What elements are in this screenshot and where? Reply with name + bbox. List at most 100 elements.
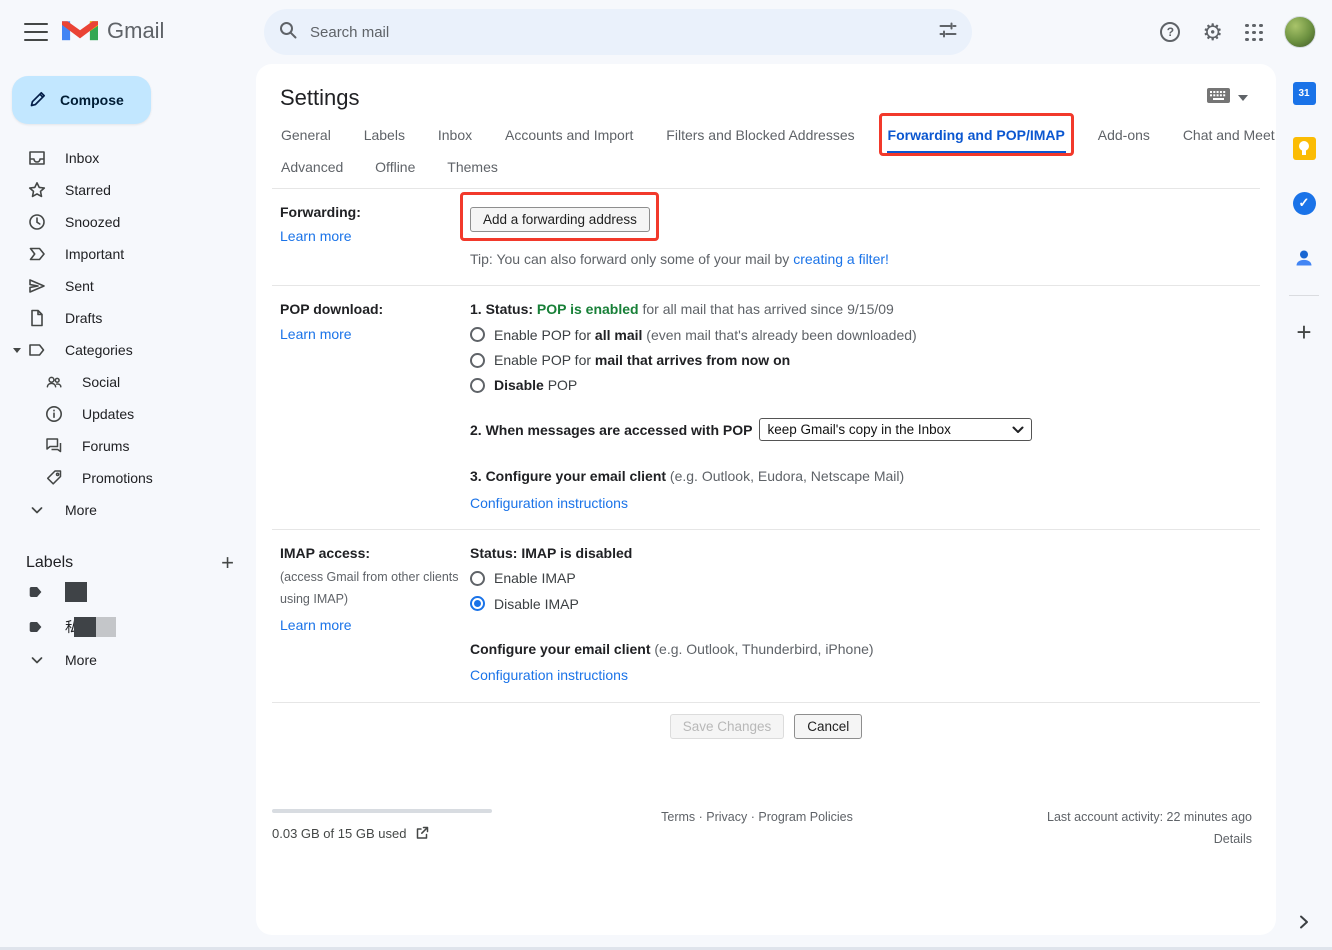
important-marker-icon — [27, 244, 47, 264]
activity-details-link[interactable]: Details — [942, 832, 1252, 846]
tab-offline[interactable]: Offline — [374, 159, 416, 175]
settings-tabs-row2: Advanced Offline Themes — [256, 154, 1276, 188]
sidebar-item-more[interactable]: More — [0, 494, 256, 526]
hamburger-menu-icon[interactable] — [24, 23, 48, 41]
keep-icon[interactable] — [1292, 136, 1316, 160]
imap-learn-more-link[interactable]: Learn more — [280, 617, 352, 633]
input-tools-selector[interactable] — [1207, 88, 1248, 109]
storage-usage-link[interactable]: 0.03 GB of 15 GB used — [272, 826, 572, 841]
redacted-label-text — [96, 617, 116, 637]
creating-a-filter-link[interactable]: creating a filter! — [793, 251, 889, 267]
draft-file-icon — [27, 308, 47, 328]
radio-icon[interactable] — [470, 571, 485, 586]
get-add-ons-icon[interactable]: + — [1296, 319, 1311, 345]
tab-forwarding-pop-imap[interactable]: Forwarding and POP/IMAP — [887, 127, 1066, 154]
search-icon[interactable] — [278, 20, 298, 45]
star-icon — [27, 180, 47, 200]
radio-disable-pop[interactable]: Disable POP — [470, 375, 1252, 395]
radio-enable-imap[interactable]: Enable IMAP — [470, 568, 1252, 588]
select-chevron-icon — [1012, 426, 1024, 434]
tab-advanced[interactable]: Advanced — [280, 159, 344, 175]
pop-when-label: 2. When messages are accessed with POP — [470, 420, 752, 440]
tab-filters[interactable]: Filters and Blocked Addresses — [665, 127, 855, 154]
help-icon[interactable]: ? — [1160, 22, 1180, 42]
categories-icon — [27, 340, 47, 360]
chevron-down-icon — [27, 650, 47, 670]
forwarding-learn-more-link[interactable]: Learn more — [280, 228, 352, 244]
compose-button[interactable]: Compose — [12, 76, 151, 124]
settings-panel: Settings General Labels Inbox Accounts a… — [256, 64, 1276, 935]
sidebar-item-updates[interactable]: Updates — [0, 398, 256, 430]
tab-themes[interactable]: Themes — [446, 159, 499, 175]
pop-download-section: POP download: Learn more 1. Status: POP … — [256, 286, 1276, 529]
tab-chat-and-meet[interactable]: Chat and Meet — [1182, 127, 1276, 154]
sidebar-item-categories[interactable]: Categories — [0, 334, 256, 366]
tab-general[interactable]: General — [280, 127, 332, 154]
expand-caret-icon[interactable] — [13, 348, 21, 353]
radio-enable-pop-all-mail[interactable]: Enable POP for all mail (even mail that'… — [470, 325, 1252, 345]
tab-add-ons[interactable]: Add-ons — [1097, 127, 1151, 154]
settings-tabs-row1: General Labels Inbox Accounts and Import… — [256, 111, 1276, 154]
gmail-logo[interactable]: Gmail — [62, 15, 164, 47]
gmail-settings-screen: Gmail ? ⚙ — [0, 0, 1332, 950]
tab-accounts-and-import[interactable]: Accounts and Import — [504, 127, 634, 154]
chevron-down-icon — [27, 500, 47, 520]
add-label-icon[interactable]: + — [221, 552, 234, 574]
radio-disable-imap[interactable]: Disable IMAP — [470, 594, 1252, 614]
sidebar-item-drafts[interactable]: Drafts — [0, 302, 256, 334]
imap-configure-line: Configure your email client (e.g. Outloo… — [470, 639, 1252, 686]
form-actions: Save Changes Cancel — [256, 703, 1276, 739]
sidebar-item-promotions[interactable]: Promotions — [0, 462, 256, 494]
sidebar-item-forums[interactable]: Forums — [0, 430, 256, 462]
compose-label: Compose — [60, 92, 124, 108]
label-text-fragment: 私 — [65, 617, 74, 637]
dropdown-caret-icon — [1238, 95, 1248, 101]
terms-privacy-policies-links[interactable]: Terms · Privacy · Program Policies — [572, 805, 942, 846]
pop-action-select[interactable]: keep Gmail's copy in the Inbox — [759, 418, 1032, 441]
topbar-actions: ? ⚙ — [1160, 0, 1322, 64]
radio-enable-pop-from-now-on[interactable]: Enable POP for mail that arrives from no… — [470, 350, 1252, 370]
collapse-panel-chevron-icon[interactable] — [1300, 915, 1309, 934]
save-changes-button[interactable]: Save Changes — [670, 714, 785, 739]
sidebar-item-inbox[interactable]: Inbox — [0, 142, 256, 174]
pop-when-row: 2. When messages are accessed with POP k… — [470, 418, 1252, 441]
label-row-redacted-2[interactable]: 私 — [0, 609, 256, 644]
external-link-icon — [415, 826, 429, 840]
tab-inbox[interactable]: Inbox — [437, 127, 473, 154]
sidebar-item-snoozed[interactable]: Snoozed — [0, 206, 256, 238]
pop-learn-more-link[interactable]: Learn more — [280, 326, 352, 342]
tasks-icon[interactable]: ✓ — [1292, 191, 1316, 215]
brand-name: Gmail — [107, 18, 164, 44]
radio-icon[interactable] — [470, 378, 485, 393]
calendar-icon[interactable]: 31 — [1292, 81, 1316, 105]
send-icon — [27, 276, 47, 296]
radio-icon[interactable] — [470, 327, 485, 342]
cancel-button[interactable]: Cancel — [794, 714, 862, 739]
gmail-m-icon — [62, 15, 98, 47]
left-sidebar: Compose Inbox Starred Snoozed Important … — [0, 64, 256, 950]
google-apps-icon[interactable] — [1245, 24, 1262, 41]
radio-icon[interactable] — [470, 353, 485, 368]
add-forwarding-address-button[interactable]: Add a forwarding address — [470, 207, 650, 232]
pop-configuration-instructions-link[interactable]: Configuration instructions — [470, 493, 628, 513]
people-icon — [44, 372, 64, 392]
labels-more[interactable]: More — [0, 644, 256, 676]
inbox-icon — [27, 148, 47, 168]
radio-selected-icon[interactable] — [470, 596, 485, 611]
imap-configuration-instructions-link[interactable]: Configuration instructions — [470, 665, 628, 685]
redacted-label-text — [65, 582, 87, 602]
tab-labels[interactable]: Labels — [363, 127, 406, 154]
label-row-redacted-1[interactable] — [0, 574, 256, 609]
search-bar[interactable] — [264, 9, 972, 55]
sidebar-item-sent[interactable]: Sent — [0, 270, 256, 302]
contacts-icon[interactable] — [1292, 246, 1316, 270]
pop-label: POP download: — [280, 299, 470, 319]
settings-gear-icon[interactable]: ⚙ — [1202, 21, 1223, 44]
sidebar-item-important[interactable]: Important — [0, 238, 256, 270]
imap-access-section: IMAP access: (access Gmail from other cl… — [256, 530, 1276, 701]
sidebar-item-social[interactable]: Social — [0, 366, 256, 398]
search-input[interactable] — [310, 24, 938, 41]
sidebar-item-starred[interactable]: Starred — [0, 174, 256, 206]
account-avatar[interactable] — [1284, 16, 1316, 48]
search-options-icon[interactable] — [938, 20, 958, 45]
